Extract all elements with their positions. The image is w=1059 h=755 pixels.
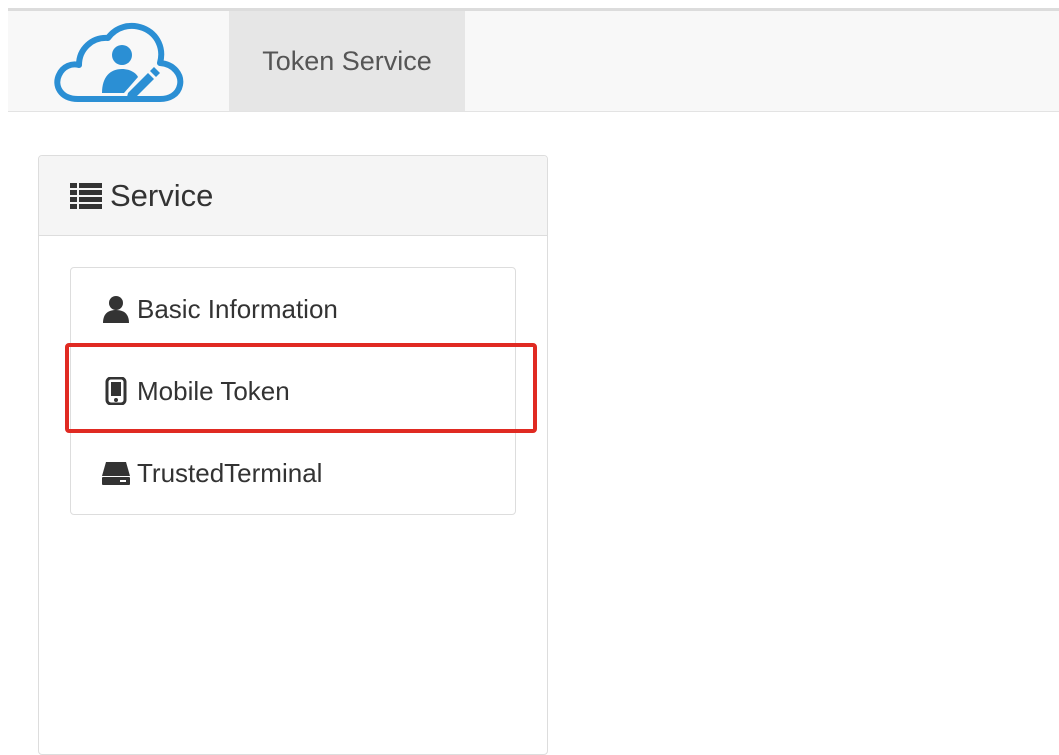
service-panel: Service Basic Information Mobile Token T… (38, 155, 548, 755)
cloud-user-edit-icon (54, 22, 184, 102)
nav-tab-token-service[interactable]: Token Service (229, 11, 465, 111)
panel-heading: Service (39, 156, 547, 236)
list-item-basic-information[interactable]: Basic Information (71, 268, 515, 350)
hdd-icon (101, 458, 131, 488)
nav-tab-label: Token Service (262, 45, 432, 76)
panel-title: Service (110, 177, 214, 213)
list-item-mobile-token[interactable]: Mobile Token (71, 350, 515, 432)
user-icon (101, 294, 131, 324)
list-item-label: Mobile Token (137, 375, 290, 406)
list-icon (70, 182, 102, 209)
list-item-label: TrustedTerminal (137, 457, 323, 488)
navbar: Token Service (8, 11, 1059, 112)
service-list: Basic Information Mobile Token TrustedTe… (70, 267, 516, 515)
list-item-trusted-terminal[interactable]: TrustedTerminal (71, 432, 515, 514)
list-item-label: Basic Information (137, 293, 338, 324)
mobile-icon (101, 376, 131, 406)
logo[interactable] (50, 19, 184, 105)
